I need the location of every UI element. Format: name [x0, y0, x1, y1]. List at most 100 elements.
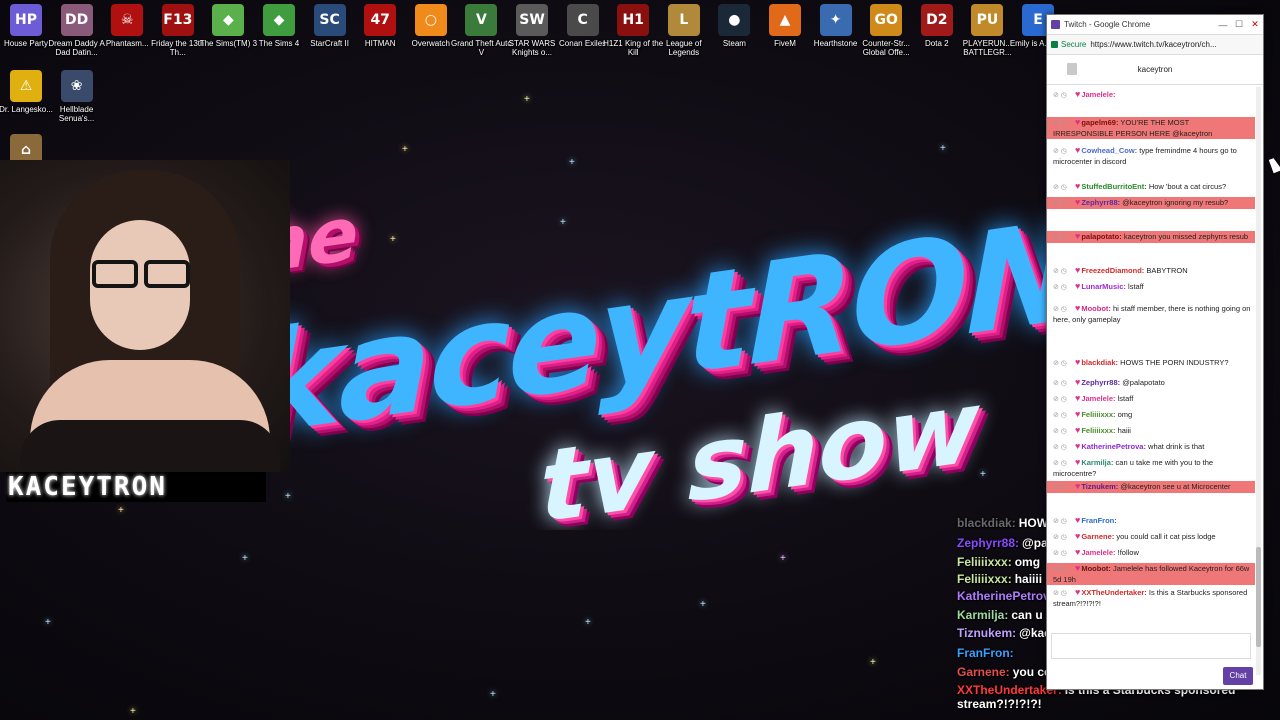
chat-username[interactable]: FreezedDiamond: — [1081, 266, 1144, 275]
chat-username[interactable]: Jamelele: — [1081, 394, 1115, 403]
mod-action-icons[interactable]: ⊘ ◷ — [1053, 119, 1075, 129]
chat-username[interactable]: Moobot: — [1081, 564, 1111, 573]
chat-message[interactable]: ⊘ ◷ ♥Jamelele: lstaff — [1047, 393, 1255, 405]
desktop-icon[interactable]: SW STAR WARS Knights o... — [506, 4, 558, 70]
chat-message[interactable]: ⊘ ◷ ♥KatherinePetrova: what drink is that — [1047, 441, 1255, 453]
mod-action-icons[interactable]: ⊘ ◷ — [1053, 589, 1075, 599]
desktop-icon[interactable]: 47 HITMAN — [354, 4, 406, 70]
mod-action-icons[interactable]: ⊘ ◷ — [1053, 305, 1075, 315]
chat-username[interactable]: Cowhead_Cow: — [1081, 146, 1137, 155]
chat-message[interactable]: ⊘ ◷ ♥FreezedDiamond: BABYTRON — [1047, 265, 1255, 277]
chat-username[interactable]: Moobot: — [1081, 304, 1111, 313]
desktop-icon[interactable]: ❀ Hellblade Senua's... — [51, 70, 103, 136]
mod-action-icons[interactable]: ⊘ ◷ — [1053, 359, 1075, 369]
chat-send-button[interactable]: Chat — [1223, 667, 1253, 685]
chat-username[interactable]: Tiznukem: — [1081, 482, 1118, 491]
chat-username[interactable]: Zephyrr88: — [1081, 198, 1120, 207]
chat-message[interactable]: ⊘ ◷ ♥Tiznukem: @kaceytron see u at Microc… — [1047, 481, 1255, 493]
desktop-icon[interactable]: ▲ FiveM — [759, 4, 811, 70]
mod-action-icons[interactable]: ⊘ ◷ — [1053, 233, 1075, 243]
chat-username[interactable]: Feliiiixxx: — [1081, 426, 1115, 435]
chat-username[interactable]: KatherinePetrova: — [1081, 442, 1146, 451]
mod-action-icons[interactable]: ⊘ ◷ — [1053, 533, 1075, 543]
desktop-icon[interactable]: ◆ The Sims(TM) 3 — [200, 4, 257, 70]
desktop-icon[interactable]: ● Steam — [708, 4, 760, 70]
chat-username[interactable]: blackdiak: — [1081, 358, 1118, 367]
desktop-icon[interactable]: ✦ Hearthstone — [810, 4, 862, 70]
chat-username[interactable]: Garnene: — [1081, 532, 1114, 541]
desktop-icon[interactable]: ☠ Phantasm... — [101, 4, 153, 70]
desktop-icon[interactable]: V Grand Theft Auto V — [451, 4, 512, 70]
mod-action-icons[interactable]: ⊘ ◷ — [1053, 459, 1075, 469]
chat-username[interactable]: Karmilja: — [1081, 458, 1113, 467]
chat-message[interactable]: ⊘ ◷ ♥gapelm69: YOU'RE THE MOST IRRESPONSI… — [1047, 117, 1255, 139]
desktop-icon[interactable]: ⚠ Dr. Langesko... — [0, 70, 53, 136]
chat-message[interactable]: ⊘ ◷ ♥XXTheUndertaker: Is this a Starbucks… — [1047, 587, 1255, 609]
mod-action-icons[interactable]: ⊘ ◷ — [1053, 565, 1075, 575]
chat-message[interactable]: ⊘ ◷ ♥Garnene: you could call it cat piss … — [1047, 531, 1255, 543]
mod-action-icons[interactable]: ⊘ ◷ — [1053, 483, 1075, 493]
scrollbar-thumb[interactable] — [1256, 547, 1261, 647]
desktop-icon[interactable]: C Conan Exiles — [557, 4, 609, 70]
url-text[interactable]: https://www.twitch.tv/kaceytron/ch... — [1090, 40, 1216, 49]
mod-action-icons[interactable]: ⊘ ◷ — [1053, 147, 1075, 157]
chat-username[interactable]: XXTheUndertaker: — [1081, 588, 1146, 597]
browser-titlebar[interactable]: Twitch - Google Chrome — ☐ ✕ — [1047, 15, 1263, 35]
maximize-icon[interactable]: ☐ — [1231, 19, 1247, 30]
chat-username[interactable]: palapotato: — [1081, 232, 1121, 241]
close-icon[interactable]: ✕ — [1247, 19, 1263, 30]
mod-action-icons[interactable]: ⊘ ◷ — [1053, 183, 1075, 193]
chat-message[interactable]: ⊘ ◷ ♥Cowhead_Cow: type fremindme 4 hours … — [1047, 145, 1255, 167]
chat-message[interactable]: ⊘ ◷ ♥Jamelele: — [1047, 89, 1255, 101]
chat-message[interactable]: ⊘ ◷ ♥Zephyrr88: @palapotato — [1047, 377, 1255, 389]
chat-username[interactable]: Jamelele: — [1081, 90, 1115, 99]
chat-scrollbar[interactable] — [1256, 87, 1261, 675]
chat-username[interactable]: Zephyrr88: — [1081, 378, 1120, 387]
mod-action-icons[interactable]: ⊘ ◷ — [1053, 517, 1075, 527]
address-bar[interactable]: Secure https://www.twitch.tv/kaceytron/c… — [1047, 35, 1263, 55]
chat-message[interactable]: ⊘ ◷ ♥palapotato: kaceytron you missed zep… — [1047, 231, 1255, 243]
desktop-icon[interactable]: PU PLAYERUN... BATTLEGR... — [961, 4, 1013, 70]
desktop-icon[interactable]: H1 H1Z1 King of the Kill — [603, 4, 663, 70]
chat-username[interactable]: LunarMusic: — [1081, 282, 1126, 291]
chat-message[interactable]: ⊘ ◷ ♥FranFron: — [1047, 515, 1255, 527]
mod-action-icons[interactable]: ⊘ ◷ — [1053, 379, 1075, 389]
mod-action-icons[interactable]: ⊘ ◷ — [1053, 267, 1075, 277]
chat-username[interactable]: Feliiiixxx: — [1081, 410, 1115, 419]
mod-action-icons[interactable]: ⊘ ◷ — [1053, 199, 1075, 209]
chat-username[interactable]: StuffedBurritoEnt: — [1081, 182, 1146, 191]
chat-username[interactable]: FranFron: — [1081, 516, 1116, 525]
chat-message[interactable]: ⊘ ◷ ♥Feliiiixxx: omg — [1047, 409, 1255, 421]
chat-message-list[interactable]: ⊘ ◷ ♥Jamelele: ⊘ ◷ ♥gapelm69: YOU'RE THE M… — [1047, 87, 1255, 675]
mod-action-icons[interactable]: ⊘ ◷ — [1053, 443, 1075, 453]
chat-message[interactable]: ⊘ ◷ ♥Moobot: hi staff member, there is no… — [1047, 303, 1255, 325]
mod-action-icons[interactable]: ⊘ ◷ — [1053, 549, 1075, 559]
desktop-icon[interactable]: L League of Legends — [658, 4, 710, 70]
chat-message[interactable]: ⊘ ◷ ♥Moobot: Jamelele has followed Kaceyt… — [1047, 563, 1255, 585]
desktop-icon[interactable]: D2 Dota 2 — [911, 4, 963, 70]
desktop-icon[interactable]: DD Dream Daddy A Dad Datin... — [48, 4, 105, 70]
desktop-icon[interactable]: HP House Party — [0, 4, 52, 70]
desktop-icon[interactable]: F13 Friday the 13th Th... — [151, 4, 204, 70]
chat-message[interactable]: ⊘ ◷ ♥Zephyrr88: @kaceytron ignoring my re… — [1047, 197, 1255, 209]
chat-message[interactable]: ⊘ ◷ ♥StuffedBurritoEnt: How 'bout a cat c… — [1047, 181, 1255, 193]
desktop-icon[interactable]: GO Counter-Str... Global Offe... — [860, 4, 912, 70]
twitch-chat-browser-window[interactable]: Twitch - Google Chrome — ☐ ✕ Secure http… — [1046, 14, 1264, 690]
chat-message[interactable]: ⊘ ◷ ♥Feliiiixxx: haiii — [1047, 425, 1255, 437]
mod-action-icons[interactable]: ⊘ ◷ — [1053, 395, 1075, 405]
chat-message[interactable]: ⊘ ◷ ♥blackdiak: HOWS THE PORN INDUSTRY? — [1047, 357, 1255, 369]
chat-username[interactable]: gapelm69: — [1081, 118, 1118, 127]
desktop-icon[interactable]: ○ Overwatch — [405, 4, 457, 70]
mod-action-icons[interactable]: ⊘ ◷ — [1053, 411, 1075, 421]
channel-menu-icon[interactable] — [1067, 63, 1077, 75]
chat-input[interactable] — [1051, 633, 1251, 659]
chat-username[interactable]: Jamelele: — [1081, 548, 1115, 557]
chat-message[interactable]: ⊘ ◷ ♥LunarMusic: lstaff — [1047, 281, 1255, 293]
mod-action-icons[interactable]: ⊘ ◷ — [1053, 427, 1075, 437]
minimize-icon[interactable]: — — [1215, 20, 1231, 30]
mod-action-icons[interactable]: ⊘ ◷ — [1053, 283, 1075, 293]
chat-message[interactable]: ⊘ ◷ ♥Karmilja: can u take me with you to … — [1047, 457, 1255, 479]
desktop-icon[interactable]: ◆ The Sims 4 — [253, 4, 305, 70]
desktop-icon[interactable]: SC StarCraft II — [304, 4, 356, 70]
chat-message[interactable]: ⊘ ◷ ♥Jamelele: !follow — [1047, 547, 1255, 559]
